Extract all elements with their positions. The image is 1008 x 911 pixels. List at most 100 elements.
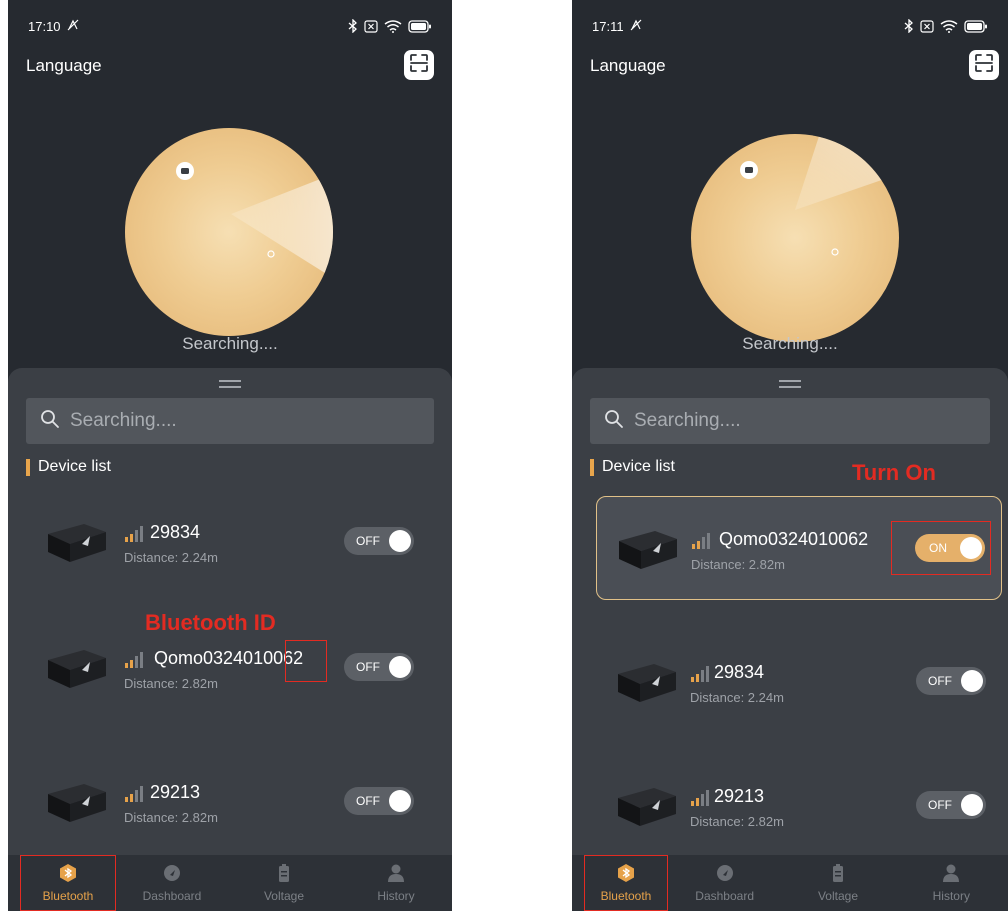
toggle-knob xyxy=(389,530,411,552)
status-bar: 17:10 xyxy=(28,16,432,36)
device-name: 29834 xyxy=(150,522,201,542)
device-list-title: Device list xyxy=(38,458,111,475)
toggle-label: OFF xyxy=(928,674,952,688)
device-distance: Distance: 2.24m xyxy=(124,550,218,565)
annotation-turn-on: Turn On xyxy=(852,460,936,485)
device-toggle[interactable]: OFF xyxy=(344,653,414,681)
tab-voltage[interactable]: Voltage xyxy=(228,855,340,911)
device-distance: Distance: 2.24m xyxy=(690,690,784,705)
device-distance: Distance: 2.82m xyxy=(124,810,218,825)
history-icon xyxy=(388,864,404,882)
toggle-knob xyxy=(389,656,411,678)
device-toggle[interactable]: OFF xyxy=(344,787,414,815)
battery-device-image xyxy=(48,784,106,822)
device-marker-small xyxy=(267,250,275,258)
signal-icon xyxy=(125,652,143,668)
wifi-icon xyxy=(384,19,402,33)
search-icon xyxy=(40,409,60,434)
drag-handle[interactable] xyxy=(779,380,801,388)
device-row[interactable]: 29213 Distance: 2.82m OFF xyxy=(596,754,1002,858)
radar-scanner xyxy=(691,134,899,342)
search-bar[interactable] xyxy=(590,398,990,444)
tab-label: Dashboard xyxy=(695,889,755,903)
device-toggle[interactable]: OFF xyxy=(916,791,986,819)
device-list-heading: Device list xyxy=(26,458,111,476)
device-marker-icon xyxy=(176,162,194,180)
signal-icon xyxy=(692,533,710,549)
battery-device-image xyxy=(618,664,676,702)
device-name: 29213 xyxy=(714,786,765,806)
device-row-selected[interactable]: Qomo0324010062 Distance: 2.82m ON xyxy=(596,496,1002,600)
status-bar: 17:11 xyxy=(592,16,988,36)
device-marker-small xyxy=(831,248,839,256)
dashboard-icon xyxy=(164,865,180,881)
device-toggle[interactable]: OFF xyxy=(344,527,414,555)
tab-bluetooth[interactable]: Bluetooth xyxy=(20,855,116,911)
phone-screen-right: 17:11 Language Searching.... Searching..… xyxy=(572,0,1008,911)
no-disturb-icon xyxy=(67,19,79,34)
search-input[interactable] xyxy=(634,410,934,432)
tab-label: Voltage xyxy=(263,889,305,903)
search-input[interactable] xyxy=(70,410,370,432)
language-button[interactable]: Language xyxy=(590,56,666,76)
device-marker-icon xyxy=(740,161,758,179)
bottom-tab-bar: Bluetooth Dashboard Voltage History xyxy=(572,855,1008,911)
sim-icon xyxy=(920,19,934,33)
tab-bluetooth[interactable]: Bluetooth xyxy=(584,855,668,911)
scan-icon xyxy=(409,53,429,78)
toggle-knob xyxy=(961,670,983,692)
tab-history[interactable]: History xyxy=(895,855,1008,911)
battery-icon xyxy=(408,19,432,33)
toggle-label: OFF xyxy=(928,798,952,812)
voltage-icon xyxy=(832,864,843,882)
bluetooth-icon xyxy=(618,864,634,882)
scan-button[interactable] xyxy=(969,50,999,80)
device-list-title: Device list xyxy=(602,458,675,475)
annotation-highlight-box xyxy=(285,640,327,682)
device-row[interactable]: Qomo0324010062 Distance: 2.82m OFF xyxy=(26,616,434,720)
searching-status: Searching.... xyxy=(182,334,278,353)
device-name: Qomo0324010062 xyxy=(154,648,304,668)
device-name: 29834 xyxy=(714,662,765,682)
sim-icon xyxy=(364,19,378,33)
tab-label: Dashboard xyxy=(142,889,202,903)
voltage-icon xyxy=(279,864,289,882)
device-row[interactable]: 29213 Distance: 2.82m OFF xyxy=(26,750,434,854)
device-sheet: Device list 29834 Distance: 2.24m OFF Bl… xyxy=(8,368,452,855)
searching-status: Searching.... xyxy=(742,334,838,353)
annotation-highlight-box xyxy=(891,521,991,575)
dashboard-icon xyxy=(716,865,733,881)
history-icon xyxy=(943,864,960,882)
tab-label: Bluetooth xyxy=(600,889,652,903)
tab-dashboard[interactable]: Dashboard xyxy=(668,855,781,911)
battery-device-image xyxy=(48,650,106,688)
signal-icon xyxy=(691,790,709,806)
tab-dashboard[interactable]: Dashboard xyxy=(116,855,228,911)
heading-accent-bar xyxy=(26,458,30,476)
tab-voltage[interactable]: Voltage xyxy=(781,855,894,911)
battery-device-image xyxy=(619,531,677,569)
bluetooth-icon xyxy=(60,864,76,882)
toggle-knob xyxy=(389,790,411,812)
device-row[interactable]: 29834 Distance: 2.24m OFF xyxy=(26,490,434,594)
signal-icon xyxy=(125,786,143,802)
toggle-knob xyxy=(961,794,983,816)
heading-accent-bar xyxy=(590,458,594,476)
status-time: 17:11 xyxy=(592,18,624,34)
device-toggle[interactable]: OFF xyxy=(916,667,986,695)
tab-history[interactable]: History xyxy=(340,855,452,911)
bluetooth-icon xyxy=(348,19,358,33)
search-bar[interactable] xyxy=(26,398,434,444)
device-list-heading: Device list xyxy=(590,458,675,476)
scan-button[interactable] xyxy=(404,50,434,80)
battery-device-image xyxy=(48,524,106,562)
device-distance: Distance: 2.82m xyxy=(690,814,784,829)
language-button[interactable]: Language xyxy=(26,56,102,76)
search-icon xyxy=(604,409,624,434)
device-row[interactable]: 29834 Distance: 2.24m OFF xyxy=(596,630,1002,734)
wifi-icon xyxy=(940,19,958,33)
drag-handle[interactable] xyxy=(219,380,241,388)
tab-label: Voltage xyxy=(817,889,859,903)
no-disturb-icon xyxy=(630,19,642,34)
bluetooth-icon xyxy=(904,19,914,33)
